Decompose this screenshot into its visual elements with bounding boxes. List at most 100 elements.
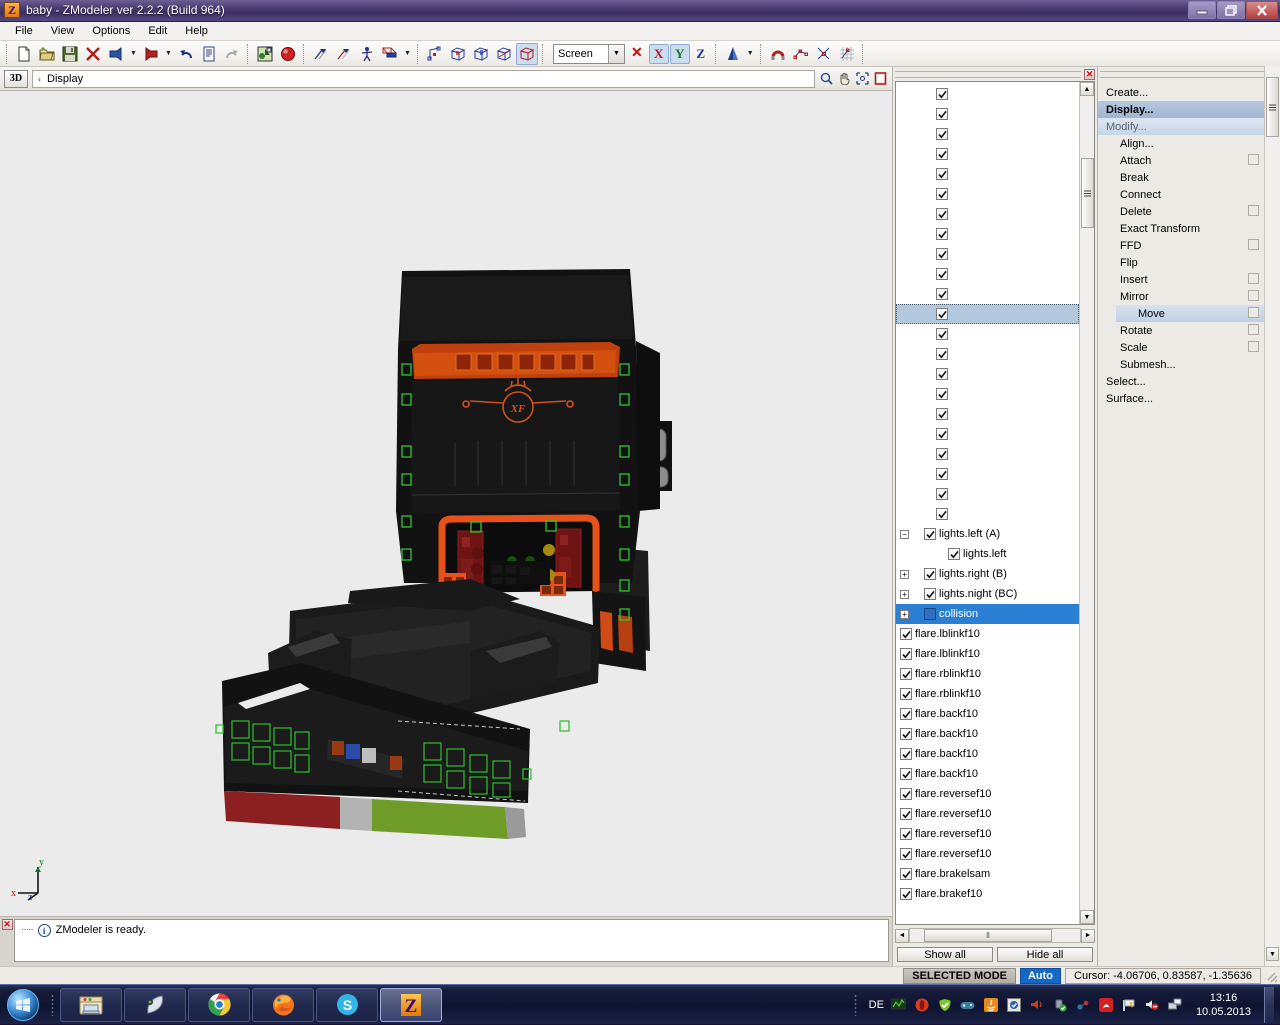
command-item-attach[interactable]: Attach [1098, 152, 1265, 169]
objects-tree[interactable]: −lights.left (A)lights.left+lights.right… [895, 81, 1095, 925]
command-panel-grip[interactable] [1100, 71, 1264, 78]
visibility-checkbox[interactable] [936, 128, 948, 140]
tree-row[interactable]: flare.backf10 [896, 764, 1079, 784]
action-center-icon[interactable] [1121, 997, 1137, 1013]
undo-icon[interactable] [175, 43, 197, 65]
axis-x-toggle[interactable]: X [649, 44, 669, 64]
visibility-checkbox[interactable] [936, 468, 948, 480]
tree-row[interactable]: flare.lblinkf10 [896, 624, 1079, 644]
command-item-exacttransform[interactable]: Exact Transform [1098, 220, 1265, 237]
edge-select-icon[interactable] [333, 43, 355, 65]
scroll-right-button[interactable]: ► [1081, 929, 1095, 943]
command-options-box[interactable] [1248, 307, 1259, 318]
chevron-down-icon[interactable]: ▼ [608, 45, 624, 63]
outer-scroll-thumb[interactable] [1266, 77, 1279, 137]
visibility-checkbox[interactable] [936, 228, 948, 240]
panel-outer-scrollbar[interactable]: ▼ [1264, 66, 1280, 966]
command-item-delete[interactable]: Delete [1098, 203, 1265, 220]
new-document-icon[interactable] [13, 43, 35, 65]
menu-view[interactable]: View [42, 23, 84, 39]
visibility-checkbox[interactable] [900, 788, 912, 800]
visibility-checkbox[interactable] [924, 588, 936, 600]
visibility-checkbox[interactable] [936, 448, 948, 460]
screen-box-icon[interactable] [516, 43, 538, 65]
tray-language-indicator[interactable]: DE [869, 999, 884, 1011]
visibility-checkbox[interactable] [900, 628, 912, 640]
scroll-up-button[interactable]: ▲ [1080, 82, 1094, 96]
tree-row[interactable]: flare.backf10 [896, 704, 1079, 724]
tree-row-unnamed[interactable] [896, 144, 1079, 164]
tray-grip[interactable] [850, 990, 862, 1020]
command-item-create[interactable]: Create... [1098, 84, 1265, 101]
tree-row-unnamed[interactable] [896, 284, 1079, 304]
visibility-checkbox[interactable] [924, 528, 936, 540]
visibility-checkbox[interactable] [936, 388, 948, 400]
command-item-insert[interactable]: Insert [1098, 271, 1265, 288]
visibility-checkbox[interactable] [936, 148, 948, 160]
visibility-checkbox[interactable] [936, 308, 948, 320]
vertex-select-icon[interactable] [310, 43, 332, 65]
tree-row-unnamed[interactable] [896, 364, 1079, 384]
visibility-checkbox[interactable] [900, 688, 912, 700]
network-icon[interactable] [1167, 997, 1183, 1013]
visibility-checkbox[interactable] [936, 428, 948, 440]
snap-vertex-icon[interactable] [790, 43, 812, 65]
visibility-checkbox[interactable] [936, 108, 948, 120]
avira-icon[interactable] [1098, 997, 1114, 1013]
visibility-checkbox[interactable] [900, 708, 912, 720]
tree-row-unnamed[interactable] [896, 244, 1079, 264]
save-disk-icon[interactable] [59, 43, 81, 65]
h-scroll-track[interactable]: ⦀ [909, 928, 1081, 943]
hide-all-button[interactable]: Hide all [997, 947, 1093, 962]
axis-y-toggle[interactable]: Y [670, 44, 690, 64]
h-scroll-thumb[interactable]: ⦀ [924, 929, 1052, 942]
visibility-checkbox[interactable] [936, 328, 948, 340]
command-item-connect[interactable]: Connect [1098, 186, 1265, 203]
import-dropdown-chevron-down-icon[interactable]: ▼ [128, 43, 139, 65]
tree-row-unnamed[interactable] [896, 104, 1079, 124]
maximize-button[interactable] [1217, 1, 1245, 19]
start-button[interactable] [0, 986, 46, 1024]
teamviewer-icon[interactable] [1075, 997, 1091, 1013]
scroll-left-button[interactable]: ◄ [895, 929, 909, 943]
tree-row-unnamed[interactable] [896, 344, 1079, 364]
command-options-box[interactable] [1248, 341, 1259, 352]
visibility-checkbox[interactable] [936, 288, 948, 300]
tree-row[interactable]: flare.brakef10 [896, 884, 1079, 904]
taskbar-item-skype[interactable]: S [316, 988, 378, 1022]
tree-panel-grip[interactable] [895, 71, 1081, 78]
game-controller-icon[interactable] [960, 997, 976, 1013]
viewport-3d[interactable]: XF [0, 91, 892, 916]
taskbar-item-zmodeler[interactable]: Z [380, 988, 442, 1022]
tree-row-unnamed[interactable] [896, 404, 1079, 424]
tree-row-unnamed[interactable] [896, 264, 1079, 284]
tree-row-unnamed[interactable] [896, 84, 1079, 104]
tree-row[interactable]: flare.rblinkf10 [896, 664, 1079, 684]
tree-row-unnamed[interactable] [896, 464, 1079, 484]
tree-expander-toggle[interactable]: + [900, 570, 909, 579]
visibility-checkbox[interactable] [936, 208, 948, 220]
command-item-ffd[interactable]: FFD [1098, 237, 1265, 254]
select-mode-dropdown-chevron-down-icon[interactable]: ▼ [402, 43, 413, 65]
parent-box-icon[interactable] [470, 43, 492, 65]
command-item-select[interactable]: Select... [1098, 373, 1265, 390]
taskbar-item-daemon-tools[interactable] [124, 988, 186, 1022]
axis-z-toggle[interactable]: Z [691, 44, 711, 64]
visibility-checkbox[interactable] [936, 268, 948, 280]
minimize-button[interactable] [1188, 1, 1216, 19]
import-icon[interactable] [105, 43, 127, 65]
command-options-box[interactable] [1248, 154, 1259, 165]
shield-green-icon[interactable] [937, 997, 953, 1013]
tree-row-unnamed[interactable] [896, 304, 1079, 324]
command-item-mirror[interactable]: Mirror [1098, 288, 1265, 305]
tree-row[interactable]: lights.left [896, 544, 1079, 564]
visibility-checkbox[interactable] [900, 808, 912, 820]
visibility-checkbox[interactable] [900, 888, 912, 900]
magnet-snap-icon[interactable] [767, 43, 789, 65]
command-list[interactable]: Create...Display...Modify...Align...Atta… [1098, 81, 1265, 966]
visibility-checkbox[interactable] [936, 248, 948, 260]
tree-row[interactable]: flare.backf10 [896, 724, 1079, 744]
scroll-down-button[interactable]: ▼ [1080, 910, 1094, 924]
visibility-checkbox[interactable] [900, 768, 912, 780]
command-options-box[interactable] [1248, 273, 1259, 284]
